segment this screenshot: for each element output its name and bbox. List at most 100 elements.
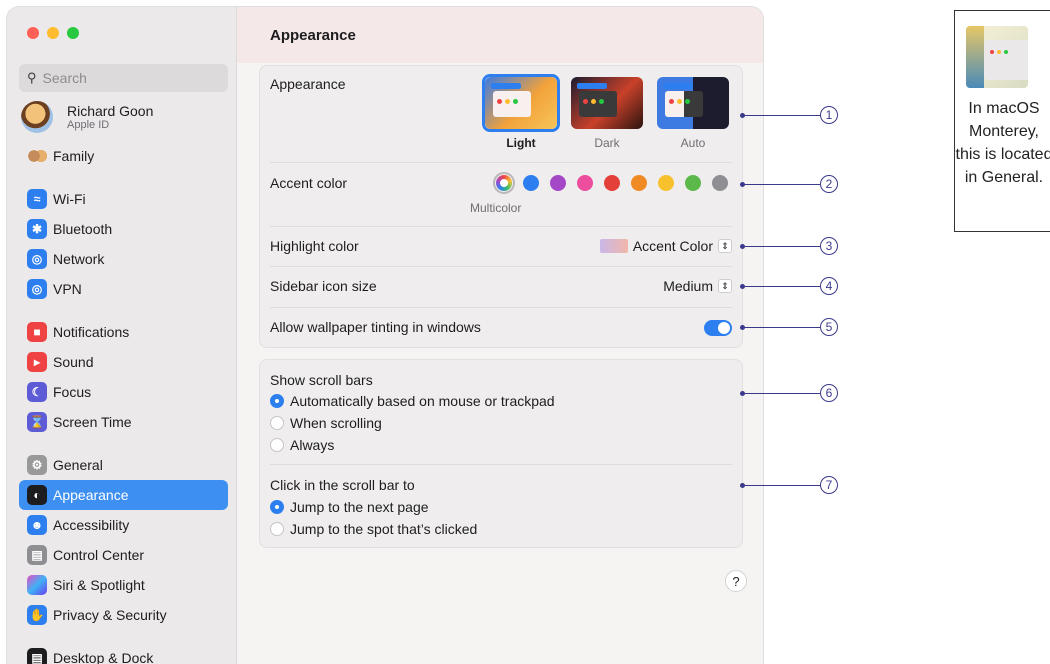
- divider: [270, 162, 732, 163]
- appearance-auto-option[interactable]: [657, 77, 729, 129]
- wallpaper-tinting-toggle[interactable]: [704, 320, 732, 336]
- radio-scroll-always[interactable]: Always: [270, 437, 334, 453]
- help-button[interactable]: ?: [725, 570, 747, 592]
- sidebar-item-label: Siri & Spotlight: [53, 577, 145, 593]
- sidebar-item-general[interactable]: ⚙ General: [19, 450, 228, 480]
- sidebar-item-bluetooth[interactable]: ✱ Bluetooth: [19, 214, 228, 244]
- avatar: [21, 101, 53, 133]
- thumb-dots: [583, 99, 604, 104]
- accent-color-swatch[interactable]: [712, 175, 728, 191]
- sidebar-item-appearance[interactable]: ◐ Appearance: [19, 480, 228, 510]
- highlight-color-popup[interactable]: Accent Color ⇕: [599, 238, 732, 254]
- monterey-note: In macOS Monterey, this is located in Ge…: [954, 10, 1050, 232]
- click-scroll-bar-label: Click in the scroll bar to: [270, 477, 415, 493]
- general-icon: ⚙: [27, 455, 47, 475]
- radio-scroll-when-scrolling[interactable]: When scrolling: [270, 415, 382, 431]
- accent-selected-name: Multicolor: [470, 201, 522, 215]
- highlight-value: Accent Color: [632, 238, 713, 254]
- thumb-window: [579, 91, 617, 117]
- accent-color-swatch[interactable]: [577, 175, 593, 191]
- accent-color-swatch[interactable]: [658, 175, 674, 191]
- sidebar-item-label: Bluetooth: [53, 221, 113, 237]
- radio-label: Jump to the spot that’s clicked: [290, 521, 478, 537]
- sidebar-item-sound[interactable]: ▸ Sound: [19, 347, 228, 377]
- sidebar-item-notifications[interactable]: ■ Notifications: [19, 317, 228, 347]
- accent-color-swatch[interactable]: [550, 175, 566, 191]
- sidebar-item-label: Wi-Fi: [53, 191, 86, 207]
- sidebar-item-control-center[interactable]: ▤ Control Center: [19, 540, 228, 570]
- family-icon: [27, 146, 47, 166]
- sidebar-item-label: Privacy & Security: [53, 607, 167, 623]
- thumb-menubar: [491, 83, 521, 89]
- auto-label: Auto: [680, 136, 706, 150]
- page-title: Appearance: [237, 7, 763, 63]
- sidebar-item-label: Network: [53, 251, 105, 267]
- callout-6: 6: [820, 384, 838, 402]
- sidebar-item-label: Sound: [53, 354, 94, 370]
- sidebar-item-screen-time[interactable]: ⌛ Screen Time: [19, 407, 228, 437]
- callout-line: [743, 246, 820, 247]
- sidebar-item-privacy-security[interactable]: ✋ Privacy & Security: [19, 600, 228, 630]
- callout-3: 3: [820, 237, 838, 255]
- accent-color-swatch[interactable]: [523, 175, 539, 191]
- radio-jump-next-page[interactable]: Jump to the next page: [270, 499, 429, 515]
- sidebar-item-desktop-dock[interactable]: ▤ Desktop & Dock: [19, 643, 228, 664]
- sidebar-item-network[interactable]: ◎ Network: [19, 244, 228, 274]
- sidebar-icon-size-popup[interactable]: Medium ⇕: [663, 278, 732, 294]
- sidebar-item-label: Accessibility: [53, 517, 130, 533]
- minimize-button[interactable]: [47, 27, 59, 39]
- appearance-dark-option[interactable]: [571, 77, 643, 129]
- desktop-dock-icon: ▤: [27, 648, 47, 664]
- sidebar-item-label: Notifications: [53, 324, 130, 340]
- appearance-light-option[interactable]: [485, 77, 557, 129]
- sidebar-item-family[interactable]: Family: [19, 141, 228, 171]
- thumb-dots: [497, 99, 518, 104]
- dark-label: Dark: [594, 136, 620, 150]
- search-input[interactable]: ⚲ Search: [19, 64, 228, 92]
- divider: [270, 307, 732, 308]
- callout-line: [743, 485, 820, 486]
- thumb-window: [493, 91, 531, 117]
- sidebar-item-accessibility[interactable]: ☻ Accessibility: [19, 510, 228, 540]
- focus-icon: ☾: [27, 382, 47, 402]
- wallpaper-tinting-label: Allow wallpaper tinting in windows: [270, 319, 481, 335]
- accent-color-swatch[interactable]: [631, 175, 647, 191]
- accent-multicolor-swatch[interactable]: [496, 175, 512, 191]
- sidebar-item-focus[interactable]: ☾ Focus: [19, 377, 228, 407]
- bluetooth-icon: ✱: [27, 219, 47, 239]
- chevron-up-down-icon: ⇕: [718, 239, 732, 253]
- accent-color-swatch[interactable]: [685, 175, 701, 191]
- vpn-icon: ◎: [27, 279, 47, 299]
- callout-line: [743, 286, 820, 287]
- zoom-button[interactable]: [67, 27, 79, 39]
- callout-7: 7: [820, 476, 838, 494]
- callout-2: 2: [820, 175, 838, 193]
- sidebar-icon-size-value: Medium: [663, 278, 713, 294]
- sidebar-item-label: Control Center: [53, 547, 145, 563]
- accessibility-icon: ☻: [27, 515, 47, 535]
- light-label: Light: [506, 136, 536, 150]
- sidebar-item-wifi[interactable]: ≈ Wi-Fi: [19, 184, 228, 214]
- settings-window: ⚲ Search Richard Goon Apple ID Family ≈ …: [7, 7, 763, 664]
- divider: [270, 226, 732, 227]
- close-button[interactable]: [27, 27, 39, 39]
- apple-id-profile[interactable]: Richard Goon Apple ID: [21, 101, 153, 133]
- privacy-icon: ✋: [27, 605, 47, 625]
- callout-4: 4: [820, 277, 838, 295]
- sidebar-item-label: Family: [53, 148, 95, 164]
- sound-icon: ▸: [27, 352, 47, 372]
- sidebar-item-siri-spotlight[interactable]: Siri & Spotlight: [19, 570, 228, 600]
- radio-dot: [270, 500, 284, 514]
- search-placeholder: Search: [42, 70, 87, 86]
- radio-jump-to-spot[interactable]: Jump to the spot that’s clicked: [270, 521, 477, 537]
- radio-scroll-automatic[interactable]: Automatically based on mouse or trackpad: [270, 393, 555, 409]
- accent-color-swatch[interactable]: [604, 175, 620, 191]
- sidebar: ⚲ Search Richard Goon Apple ID Family ≈ …: [7, 7, 237, 664]
- appearance-group: Appearance Light Dark Auto Accent color …: [259, 65, 743, 348]
- thumb-window: [665, 91, 703, 117]
- radio-dot: [270, 416, 284, 430]
- sidebar-item-vpn[interactable]: ◎ VPN: [19, 274, 228, 304]
- sidebar-item-label: Desktop & Dock: [53, 650, 154, 664]
- general-settings-thumbnail: [966, 26, 1028, 88]
- radio-dot: [270, 394, 284, 408]
